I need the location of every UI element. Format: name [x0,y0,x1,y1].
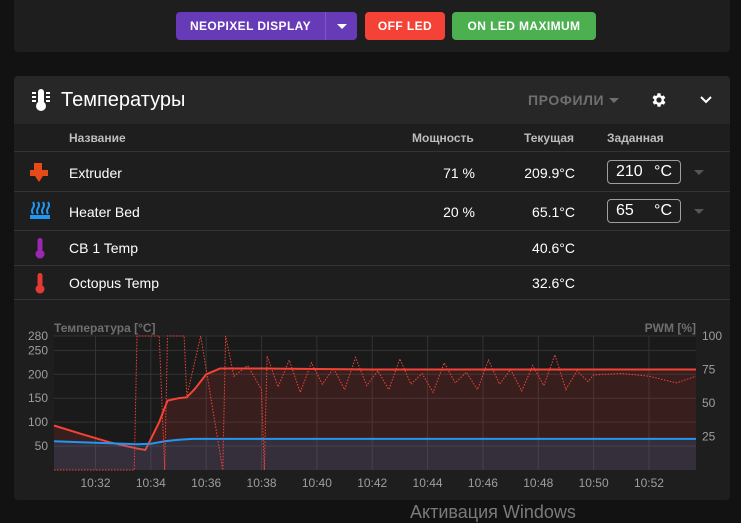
divider [14,151,730,152]
heater-bed-icon [30,201,50,219]
neopixel-dropdown-button[interactable] [325,12,357,40]
panel-header: Температуры ПРОФИЛИ [14,76,730,124]
extruder-icon [30,163,48,182]
divider [14,230,730,231]
profiles-label: ПРОФИЛИ [528,92,605,108]
x-tick-label: 10:36 [191,476,221,490]
caret-down-icon [694,170,704,175]
temperature-chart[interactable]: 50 100 150 200 250280 25 50 75 100 10:32 10:34 10:3… [14,316,730,500]
column-header-target: Заданная [607,131,664,145]
x-tick-label: 10:48 [523,476,553,490]
y-tick-label: 150 [28,391,48,405]
power-value: 20 % [443,204,475,220]
y-tick-label: 50 [35,439,49,453]
off-led-button[interactable]: OFF LED [365,12,445,40]
on-led-maximum-button[interactable]: ON LED MAXIMUM [452,12,596,40]
x-tick-label: 10:52 [634,476,664,490]
current-temp: 32.6°C [532,275,575,291]
divider [14,191,730,192]
y-tick-label: 250 [28,343,48,357]
heater-bed-preset-dropdown[interactable] [694,209,704,214]
y-tick-label: 280 [28,329,48,343]
sensor-name: Extruder [69,165,122,181]
sensor-name: Heater Bed [69,204,140,220]
y2-tick-label: 100 [702,329,722,343]
y-tick-label: 200 [28,367,48,381]
sensor-name: CB 1 Temp [69,240,138,256]
thermometer-icon [35,238,45,259]
x-tick-label: 10:44 [413,476,443,490]
x-tick-label: 10:42 [357,476,387,490]
y2-axis-label: PWM [%] [645,321,696,335]
current-temp: 209.9°C [524,165,575,181]
column-header-name: Название [69,131,126,145]
thermometer-icon [35,273,45,294]
gear-icon[interactable] [650,91,668,109]
sensor-name: Octopus Temp [69,275,160,291]
x-tick-label: 10:34 [136,476,166,490]
divider [14,265,730,266]
chevron-down-icon[interactable] [698,92,714,108]
caret-down-icon [336,23,347,29]
target-value: 65 [616,202,634,219]
y2-tick-label: 75 [702,363,716,377]
current-temp: 40.6°C [532,240,575,256]
current-temp: 65.1°C [532,204,575,220]
panel-title: Температуры [61,89,186,111]
x-tick-label: 10:32 [80,476,110,490]
temperatures-panel: Температуры ПРОФИЛИ Название Мощность Те… [14,76,730,500]
thermometer-icon [32,89,50,111]
y2-tick-label: 50 [702,396,716,410]
column-header-current: Текущая [524,131,575,145]
target-unit: °C [654,202,672,219]
y2-tick-label: 25 [702,430,716,444]
heater-bed-target-input[interactable]: 65 °C [607,199,681,223]
windows-activation-watermark: Активация Windows [410,502,576,522]
led-toolbar: NEOPIXEL DISPLAY OFF LED ON LED MAXIMUM [14,0,730,52]
power-value: 71 % [443,165,475,181]
neopixel-display-button[interactable]: NEOPIXEL DISPLAY [176,12,325,40]
caret-down-icon [609,97,620,103]
y-tick-label: 100 [28,415,48,429]
x-tick-label: 10:38 [247,476,277,490]
divider [14,299,730,300]
extruder-target-input[interactable]: 210 °C [607,160,681,184]
caret-down-icon [694,209,704,214]
extruder-preset-dropdown[interactable] [694,170,704,175]
x-tick-label: 10:40 [302,476,332,490]
x-tick-label: 10:46 [468,476,498,490]
y-axis-label: Температура [°C] [54,321,156,335]
profiles-menu-button[interactable]: ПРОФИЛИ [528,92,620,108]
target-unit: °C [654,163,672,180]
x-tick-label: 10:50 [579,476,609,490]
column-header-power: Мощность [412,131,474,145]
target-value: 210 [616,163,643,180]
